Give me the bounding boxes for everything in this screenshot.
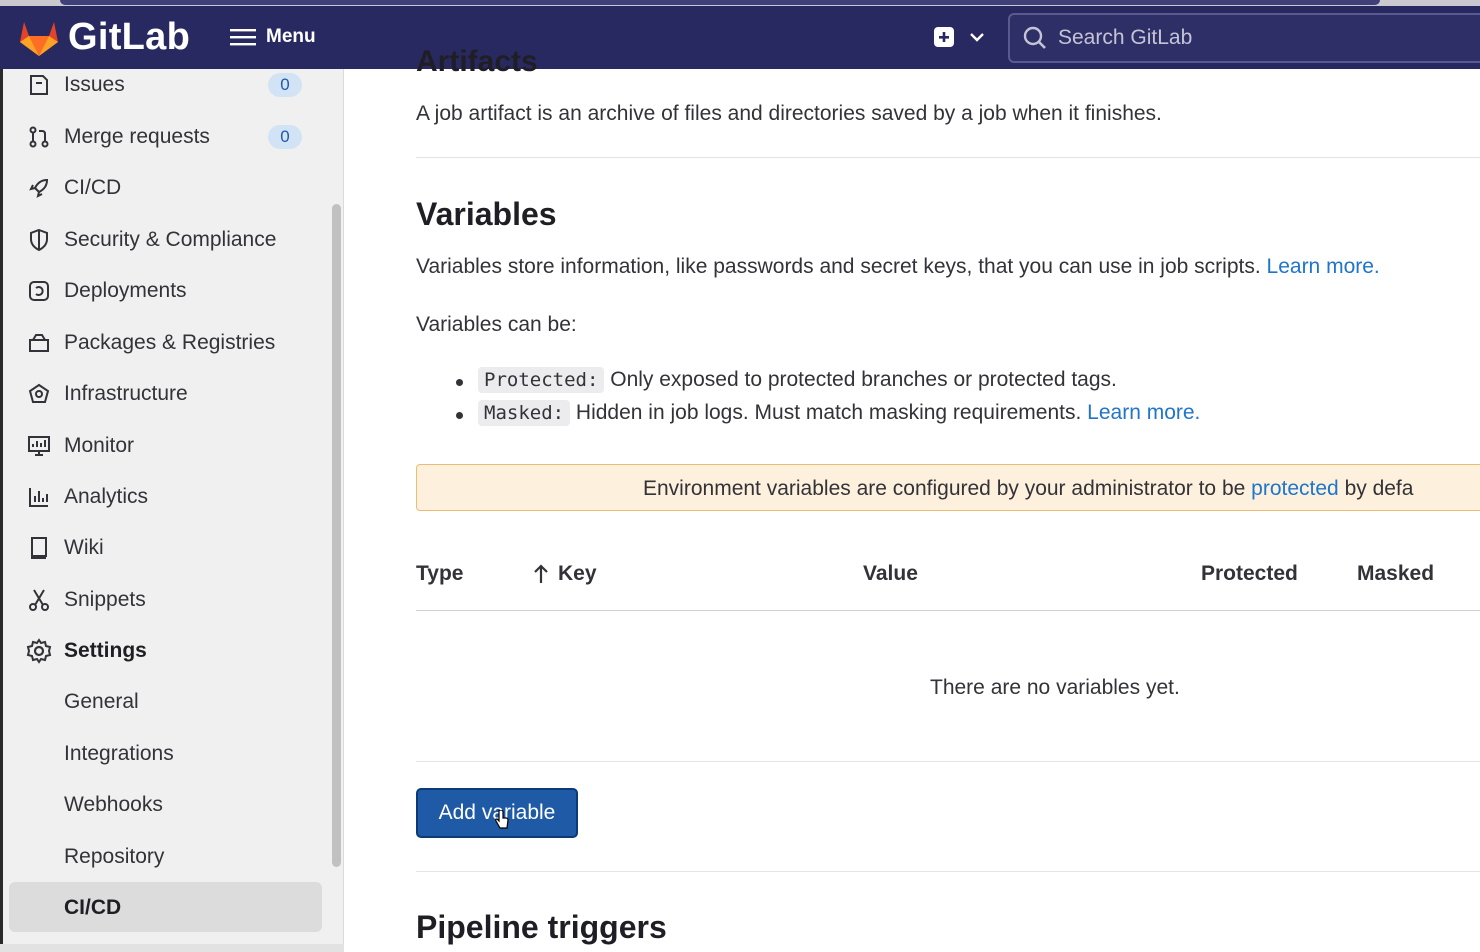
- window-edge: [0, 69, 3, 952]
- alert-suffix: by defa: [1344, 477, 1414, 500]
- bullet: [456, 379, 463, 386]
- sidebar-item-label: Wiki: [64, 536, 104, 559]
- sidebar-item-label: Monitor: [64, 434, 135, 457]
- masked-code: Masked:: [478, 400, 571, 426]
- variables-description: Variables store information, like passwo…: [416, 255, 1380, 279]
- masked-explanation: Masked: Hidden in job logs. Must match m…: [478, 400, 1200, 426]
- search-icon: [1023, 26, 1046, 49]
- hamburger-icon: [230, 29, 256, 46]
- sidebar-item-infrastructure[interactable]: Infrastructure: [26, 374, 188, 414]
- rocket-icon: [26, 175, 52, 201]
- masked-learn-more-link[interactable]: Learn more.: [1087, 401, 1200, 424]
- artifacts-heading: Artifacts: [416, 45, 538, 78]
- pipeline-triggers-heading: Pipeline triggers: [416, 909, 667, 945]
- variables-heading: Variables: [416, 196, 557, 232]
- divider: [416, 157, 1480, 158]
- monitor-icon: [26, 433, 52, 459]
- protected-code: Protected:: [478, 367, 605, 393]
- sidebar-item-label: CI/CD: [64, 176, 122, 199]
- book-icon: [26, 535, 52, 561]
- column-header-protected[interactable]: Protected: [1201, 562, 1298, 586]
- environment-variables-alert: Environment variables are configured by …: [416, 464, 1480, 511]
- sidebar-item-cicd[interactable]: CI/CD: [26, 168, 121, 208]
- issues-count-badge: 0: [268, 73, 302, 97]
- issues-icon: [26, 72, 52, 98]
- gitlab-logo[interactable]: GitLab: [18, 16, 190, 59]
- sidebar-active-highlight: [9, 882, 322, 932]
- sidebar-item-settings[interactable]: Settings: [26, 631, 147, 671]
- protected-explanation: Protected: Only exposed to protected bra…: [478, 367, 1117, 393]
- empty-state-text: There are no variables yet.: [930, 676, 1180, 699]
- sidebar-item-label: Snippets: [64, 588, 146, 611]
- sidebar-item-label: Analytics: [64, 485, 149, 508]
- sidebar-item-snippets[interactable]: Snippets: [26, 580, 146, 620]
- alert-text: Environment variables are configured by …: [643, 477, 1413, 501]
- divider: [416, 761, 1480, 762]
- column-header-type[interactable]: Type: [416, 562, 463, 586]
- sidebar-item-packages[interactable]: Packages & Registries: [26, 323, 275, 363]
- sidebar-item-label: Settings: [64, 639, 147, 662]
- variables-description-text: Variables store information, like passwo…: [416, 255, 1261, 278]
- learn-more-link[interactable]: Learn more.: [1267, 255, 1380, 278]
- sidebar-item-label: Packages & Registries: [64, 331, 276, 354]
- deployments-icon: [26, 278, 52, 304]
- sidebar-item-label: Infrastructure: [64, 382, 188, 405]
- sidebar-item-label: Deployments: [64, 279, 187, 302]
- sidebar-item-label: Merge requests: [64, 125, 210, 148]
- scissors-icon: [26, 587, 52, 613]
- brand-name: GitLab: [68, 16, 191, 58]
- search-input[interactable]: [1058, 26, 1478, 50]
- sidebar-subitem-repository[interactable]: Repository: [64, 845, 164, 869]
- sidebar-subitem-general[interactable]: General: [64, 690, 139, 714]
- sidebar-item-monitor[interactable]: Monitor: [26, 426, 134, 466]
- cloud-gear-icon: [26, 381, 52, 407]
- chart-icon: [26, 484, 52, 510]
- sidebar-subitem-cicd-active[interactable]: CI/CD: [64, 896, 121, 920]
- menu-button[interactable]: Menu: [230, 26, 316, 48]
- masked-text: Hidden in job logs. Must match masking r…: [575, 401, 1082, 424]
- sidebar-subitem-webhooks[interactable]: Webhooks: [64, 793, 163, 817]
- sidebar-item-deployments[interactable]: Deployments: [26, 271, 187, 311]
- variables-can-be: Variables can be:: [416, 313, 577, 336]
- merge-requests-count-badge: 0: [268, 125, 302, 149]
- sidebar-scrollbar[interactable]: [332, 204, 341, 867]
- sidebar-item-wiki[interactable]: Wiki: [26, 528, 104, 568]
- sidebar-item-security[interactable]: Security & Compliance: [26, 220, 276, 260]
- table-header-divider: [416, 610, 1480, 611]
- top-navbar: GitLab Menu: [0, 0, 1480, 69]
- chevron-down-icon: [970, 33, 984, 42]
- alert-prefix: Environment variables are configured by …: [643, 477, 1246, 500]
- sidebar-subitem-integrations[interactable]: Integrations: [64, 742, 174, 766]
- gear-icon: [26, 638, 52, 664]
- sidebar-item-analytics[interactable]: Analytics: [26, 477, 148, 517]
- artifacts-description: A job artifact is an archive of files an…: [416, 102, 1162, 125]
- window-top-strip: [0, 0, 1480, 6]
- column-header-value[interactable]: Value: [863, 562, 918, 586]
- sort-arrow-up-icon: [534, 564, 548, 583]
- sidebar-item-issues[interactable]: Issues: [26, 65, 125, 105]
- sidebar-item-label: Security & Compliance: [64, 228, 277, 251]
- protected-link[interactable]: protected: [1251, 477, 1339, 500]
- sidebar-item-merge-requests[interactable]: Merge requests: [26, 117, 210, 157]
- column-header-key-label: Key: [558, 562, 597, 585]
- sidebar-item-label: Issues: [64, 73, 125, 96]
- column-header-masked[interactable]: Masked: [1357, 562, 1434, 586]
- protected-text: Only exposed to protected branches or pr…: [610, 368, 1117, 391]
- package-icon: [26, 330, 52, 356]
- shield-icon: [26, 227, 52, 253]
- sidebar-bottom-bar: [0, 944, 344, 952]
- hand-cursor-icon: [495, 810, 509, 829]
- divider: [416, 871, 1480, 872]
- bullet: [456, 412, 463, 419]
- new-dropdown-button[interactable]: [933, 26, 985, 48]
- gitlab-tanuki-icon: [20, 21, 58, 56]
- plus-square-icon: [934, 27, 954, 47]
- menu-label: Menu: [266, 26, 316, 47]
- column-header-key[interactable]: Key: [532, 562, 597, 586]
- search-box[interactable]: [1008, 13, 1480, 63]
- merge-request-icon: [26, 124, 52, 150]
